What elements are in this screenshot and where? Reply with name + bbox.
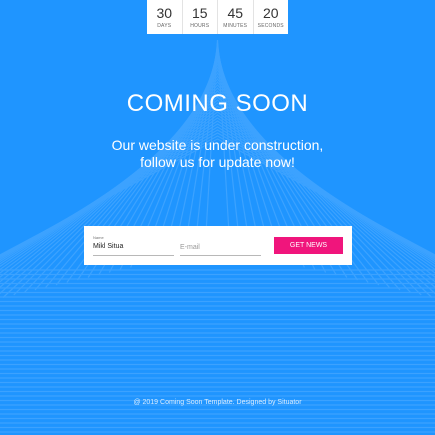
countdown-days-value: 30: [156, 5, 173, 21]
countdown-minutes: 45 MINUTES: [218, 0, 254, 34]
get-news-button[interactable]: GET NEWS: [274, 237, 343, 254]
footer-copyright: @ 2019 Coming Soon Template. Designed by…: [133, 399, 302, 406]
countdown-hours: 15 HOURS: [183, 0, 218, 34]
countdown-hours-value: 15: [191, 5, 208, 21]
countdown-seconds: 20 SECONDS: [254, 0, 289, 34]
email-field[interactable]: E-mail: [180, 235, 261, 256]
name-field[interactable]: Name Mikl Situa: [93, 235, 174, 256]
subscribe-form: Name Mikl Situa E-mail GET NEWS: [84, 226, 352, 265]
striped-triangle-background: [0, 0, 435, 435]
countdown-days-label: DAYS: [157, 23, 172, 29]
name-field-label: Name: [93, 235, 104, 240]
subtitle-line-2: follow us for update now!: [140, 154, 295, 170]
countdown-timer: 30 DAYS 15 HOURS 45 MINUTES 20 SECONDS: [147, 0, 288, 34]
countdown-minutes-value: 45: [227, 5, 244, 21]
page-subtitle: Our website is under construction, follo…: [0, 137, 435, 171]
countdown-seconds-value: 20: [262, 5, 279, 21]
subtitle-line-1: Our website is under construction,: [111, 137, 324, 153]
email-field-placeholder[interactable]: E-mail: [180, 243, 200, 252]
countdown-hours-label: HOURS: [190, 23, 210, 29]
countdown-minutes-label: MINUTES: [223, 23, 248, 29]
countdown-days: 30 DAYS: [147, 0, 183, 34]
name-field-value[interactable]: Mikl Situa: [93, 242, 123, 251]
countdown-seconds-label: SECONDS: [257, 23, 284, 29]
page-title: COMING SOON: [126, 90, 309, 117]
